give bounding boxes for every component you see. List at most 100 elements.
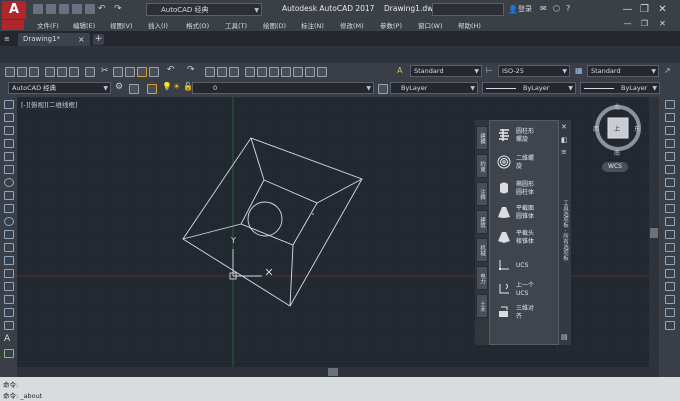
tab-menu-icon[interactable]: ≡ xyxy=(4,35,10,43)
new-tab-button[interactable]: + xyxy=(93,34,104,45)
menu-help[interactable]: 帮助(H) xyxy=(458,20,481,30)
3dprint-icon[interactable] xyxy=(85,67,95,77)
workspace-dropdown[interactable]: AutoCAD 经典 ▼ xyxy=(8,82,111,94)
viewcube-north[interactable]: 北 xyxy=(614,102,620,111)
explode-tool-icon[interactable] xyxy=(665,321,675,330)
ellipse-tool-icon[interactable] xyxy=(4,217,14,226)
make-current-icon[interactable] xyxy=(378,84,388,94)
ellipse-arc-tool-icon[interactable] xyxy=(4,230,14,239)
point-tool-icon[interactable] xyxy=(4,269,14,278)
viewport-controls-label[interactable]: [-][俯视][二维线框] xyxy=(21,99,78,109)
blend-tool-icon[interactable] xyxy=(665,308,675,317)
palette-tab-civil[interactable]: 土木 xyxy=(476,294,488,318)
viewcube-south[interactable]: 南 xyxy=(614,148,620,157)
ucs-previous-icon[interactable] xyxy=(497,282,511,296)
viewcube-west[interactable]: 西 xyxy=(593,124,599,133)
ucs-tool-icon[interactable] xyxy=(497,258,511,272)
workspace-settings-icon[interactable]: ⚙ xyxy=(115,82,123,92)
menu-parametric[interactable]: 参数(P) xyxy=(380,20,402,30)
frustum-cone-icon[interactable] xyxy=(497,205,511,219)
palette-item-helix[interactable]: 圆柱形 螺旋 xyxy=(516,128,534,143)
rectangle-tool-icon[interactable] xyxy=(4,152,14,161)
join-tool-icon[interactable] xyxy=(665,269,675,278)
command-window[interactable] xyxy=(0,377,680,401)
palette-tab-modeling[interactable]: 建模 xyxy=(476,126,488,150)
arc-tool-icon[interactable] xyxy=(4,165,14,174)
zoom-realtime-icon[interactable] xyxy=(217,67,227,77)
viewcube-east[interactable]: 东 xyxy=(634,124,640,133)
wcs-menu-button[interactable]: WCS xyxy=(602,162,628,172)
palette-item-3d-align[interactable]: 三维对 齐 xyxy=(516,305,534,320)
paste-icon[interactable] xyxy=(125,67,135,77)
workspace-select[interactable]: AutoCAD 经典 ▼ xyxy=(146,3,262,16)
markup-icon[interactable] xyxy=(293,67,303,77)
dim-style-select[interactable]: ISO-25 ▼ xyxy=(498,65,570,77)
undo-icon[interactable]: ↶ xyxy=(98,4,108,14)
properties-icon[interactable] xyxy=(245,67,255,77)
doc-restore-button[interactable]: ❐ xyxy=(637,18,652,30)
open-icon[interactable] xyxy=(46,4,56,14)
restore-button[interactable]: ❐ xyxy=(637,2,652,17)
menu-tools[interactable]: 工具(T) xyxy=(225,20,247,30)
polyline-tool-icon[interactable] xyxy=(4,126,14,135)
pan-icon[interactable] xyxy=(205,67,215,77)
quick-calc-icon[interactable] xyxy=(305,67,315,77)
vertical-scroll-thumb[interactable] xyxy=(650,228,658,238)
doc-minimize-button[interactable]: — xyxy=(620,18,635,30)
publish-icon[interactable] xyxy=(69,67,79,77)
viewcube-top-face[interactable]: 上 xyxy=(614,124,620,133)
new-icon[interactable] xyxy=(33,4,43,14)
layer-properties-icon[interactable] xyxy=(147,84,157,94)
mirror-tool-icon[interactable] xyxy=(665,126,675,135)
open-file-icon[interactable] xyxy=(17,67,27,77)
region-tool-icon[interactable] xyxy=(4,308,14,317)
chamfer-tool-icon[interactable] xyxy=(665,282,675,291)
break-point-tool-icon[interactable] xyxy=(665,243,675,252)
menu-format[interactable]: 格式(O) xyxy=(186,20,209,30)
horizontal-scrollbar[interactable] xyxy=(17,367,659,377)
user-icon[interactable]: 👤 xyxy=(508,5,518,14)
palette-tab-electrical[interactable]: 电力 xyxy=(476,266,488,290)
spline-tool-icon[interactable] xyxy=(4,204,14,213)
copy-tool-icon[interactable] xyxy=(665,113,675,122)
palette-item-2d-helix[interactable]: 二维螺 旋 xyxy=(516,155,534,170)
redo-icon[interactable]: ↷ xyxy=(114,4,124,14)
xline-tool-icon[interactable] xyxy=(4,113,14,122)
cut-icon[interactable]: ✂ xyxy=(101,66,109,76)
extend-tool-icon[interactable] xyxy=(665,230,675,239)
plot-icon[interactable] xyxy=(85,4,95,14)
gradient-tool-icon[interactable] xyxy=(4,295,14,304)
line-tool-icon[interactable] xyxy=(4,100,14,109)
zoom-window-icon[interactable] xyxy=(229,67,239,77)
horizontal-scroll-thumb[interactable] xyxy=(328,368,338,376)
erase-tool-icon[interactable] xyxy=(665,100,675,109)
palette-item-frustum-cone[interactable]: 平截面 圆锥体 xyxy=(516,205,534,220)
design-center-icon[interactable] xyxy=(257,67,267,77)
ws-save-icon[interactable] xyxy=(129,84,139,94)
menu-draw[interactable]: 绘图(D) xyxy=(263,20,286,30)
copy-icon[interactable] xyxy=(113,67,123,77)
palette-tab-annotation[interactable]: 注释 xyxy=(476,182,488,206)
minimize-button[interactable]: — xyxy=(620,2,635,17)
text-style-select[interactable]: Standard ▼ xyxy=(410,65,482,77)
menu-view[interactable]: 视图(V) xyxy=(110,20,133,30)
lightbulb-icon[interactable]: 💡 xyxy=(162,82,172,91)
palette-item-frustum-pyramid[interactable]: 平截头 棱锥体 xyxy=(516,230,534,245)
help-icon[interactable]: ? xyxy=(566,4,570,13)
add-selected-tool-icon[interactable] xyxy=(4,349,14,358)
helix-icon[interactable] xyxy=(497,128,511,142)
color-select[interactable]: ByLayer ▼ xyxy=(390,82,478,94)
match-prop-icon[interactable] xyxy=(137,67,147,77)
menu-edit[interactable]: 编辑(E) xyxy=(73,20,95,30)
circle-tool-icon[interactable] xyxy=(4,178,14,187)
search-input[interactable] xyxy=(432,3,504,16)
plot-file-icon[interactable] xyxy=(45,67,55,77)
revcloud-tool-icon[interactable] xyxy=(4,191,14,200)
make-block-tool-icon[interactable] xyxy=(4,256,14,265)
palette-autohide-icon[interactable]: ◧ xyxy=(561,136,568,144)
save-as-icon[interactable] xyxy=(72,4,82,14)
palette-resize-icon[interactable]: ▤ xyxy=(561,333,568,341)
menu-insert[interactable]: 插入(I) xyxy=(148,20,168,30)
login-button[interactable]: 登录 xyxy=(518,4,532,14)
app-menu-button[interactable]: A xyxy=(2,1,26,19)
